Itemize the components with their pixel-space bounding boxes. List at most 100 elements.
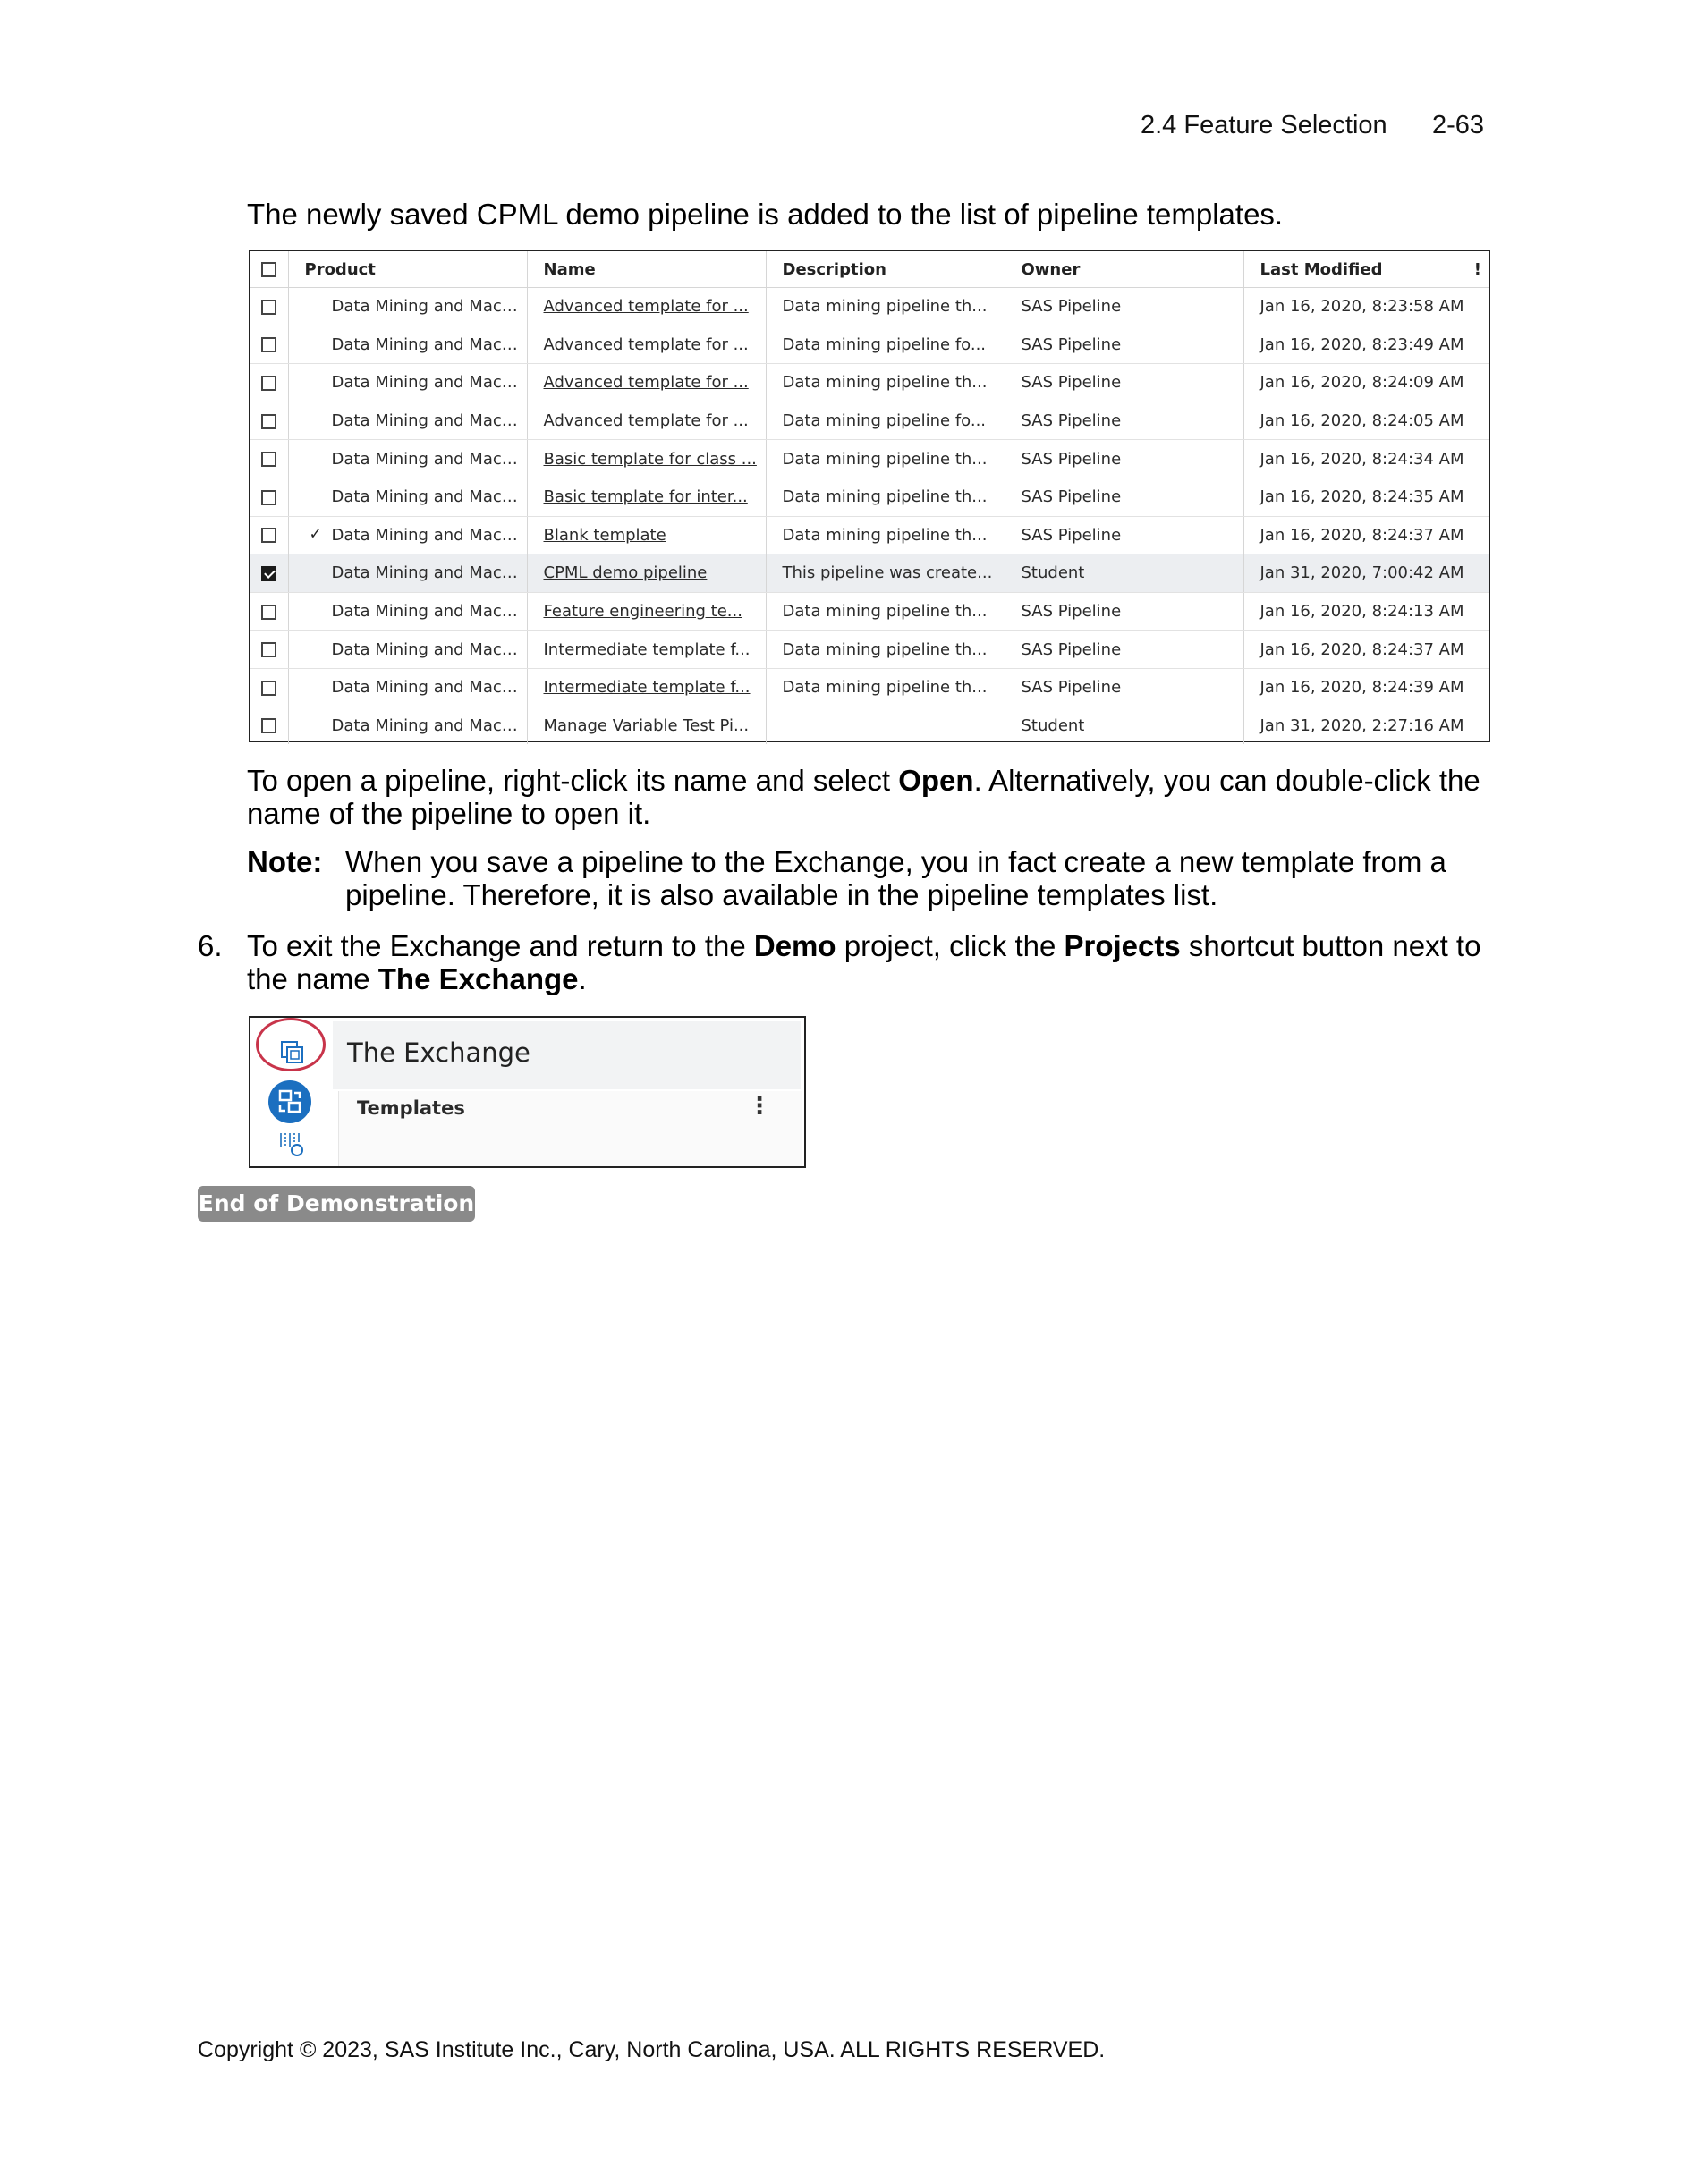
cell-owner: SAS Pipeline <box>1005 363 1244 402</box>
row-checkbox-cell[interactable] <box>250 363 289 402</box>
step-body: To exit the Exchange and return to the D… <box>247 929 1480 995</box>
row-checkbox[interactable] <box>261 718 277 734</box>
cell-description: This pipeline was create... <box>766 554 1005 593</box>
row-checkbox[interactable] <box>261 565 277 581</box>
row-checkbox-cell[interactable] <box>250 554 289 593</box>
row-checkbox-cell[interactable] <box>250 402 289 441</box>
pipeline-name-link[interactable]: Basic template for class ... <box>544 450 757 469</box>
row-checkbox-cell[interactable] <box>250 287 289 326</box>
row-checkbox-cell[interactable] <box>250 326 289 365</box>
column-header-last-modified[interactable]: Last Modified! <box>1243 251 1489 288</box>
row-checkbox[interactable] <box>261 489 277 505</box>
column-header-product[interactable]: Product <box>288 251 528 288</box>
table-row[interactable]: Data Mining and Machi... Feature engineer… <box>250 592 1489 631</box>
table-row[interactable]: ✓ Data Mining and Machi... Blank template D… <box>250 516 1489 555</box>
table-row[interactable]: Data Mining and Machi... Basic template f… <box>250 439 1489 478</box>
cell-product-text: Data Mining and Machi... <box>331 449 527 469</box>
cell-name[interactable]: Basic template for class ... <box>527 439 767 478</box>
cell-name[interactable]: Blank template <box>527 516 767 555</box>
exchange-icon[interactable] <box>268 1080 311 1123</box>
cell-last-modified: Jan 16, 2020, 8:24:09 AM <box>1243 363 1489 402</box>
open-command-bold: Open <box>898 764 974 797</box>
exchange-screenshot: The Exchange Templates ⋮ <box>249 1016 806 1168</box>
cell-description: Data mining pipeline th... <box>766 592 1005 631</box>
column-header-name[interactable]: Name <box>527 251 767 288</box>
pipeline-templates-table: Product Name Description Owner Last Modi… <box>250 251 1489 745</box>
tab-templates[interactable]: Templates <box>357 1097 465 1119</box>
pipeline-name-link[interactable]: Advanced template for ... <box>544 297 749 316</box>
step-text-d: shortcut button next to <box>1180 929 1481 962</box>
cell-name[interactable]: Intermediate template f... <box>527 668 767 707</box>
cell-owner: SAS Pipeline <box>1005 402 1244 441</box>
alert-icon: ! <box>1473 259 1481 279</box>
row-checkbox[interactable] <box>261 528 277 544</box>
step-text-c: project, click the <box>836 929 1065 962</box>
note-line-1: When you save a pipeline to the Exchange… <box>345 845 1446 878</box>
cell-last-modified: Jan 16, 2020, 8:23:58 AM <box>1243 287 1489 326</box>
intro-paragraph: The newly saved CPML demo pipeline is ad… <box>247 198 1284 231</box>
cell-name[interactable]: Advanced template for ... <box>527 287 767 326</box>
cell-name[interactable]: Advanced template for ... <box>527 326 767 365</box>
pipeline-name-link[interactable]: Intermediate template f... <box>544 640 751 659</box>
pipeline-name-link[interactable]: Blank template <box>544 526 666 545</box>
row-checkbox-cell[interactable] <box>250 439 289 478</box>
table-row[interactable]: Data Mining and Machi... Manage Variable … <box>250 707 1489 745</box>
column-header-owner[interactable]: Owner <box>1005 251 1244 288</box>
cell-product-text: Data Mining and Machi... <box>331 373 527 393</box>
row-checkbox[interactable] <box>261 337 277 353</box>
row-checkbox-cell[interactable] <box>250 516 289 555</box>
select-all-checkbox-cell[interactable] <box>250 251 289 288</box>
cell-name[interactable]: Basic template for inter... <box>527 478 767 517</box>
row-checkbox-cell[interactable] <box>250 707 289 745</box>
note-body: When you save a pipeline to the Exchange… <box>345 845 1446 911</box>
cell-product: Data Mining and Machi... <box>288 554 528 593</box>
pipeline-name-link[interactable]: Advanced template for ... <box>544 335 749 354</box>
projects-icon[interactable] <box>279 1039 306 1066</box>
cell-description: Data mining pipeline th... <box>766 287 1005 326</box>
pipeline-name-link[interactable]: Intermediate template f... <box>544 678 751 697</box>
row-checkbox[interactable] <box>261 680 277 696</box>
row-checkbox[interactable] <box>261 452 277 468</box>
table-row[interactable]: Data Mining and Machi... Advanced templat… <box>250 402 1489 441</box>
cell-name[interactable]: CPML demo pipeline <box>527 554 767 593</box>
open-instructions-paragraph: To open a pipeline, right-click its name… <box>247 764 1480 830</box>
manage-variables-icon[interactable] <box>277 1130 304 1157</box>
column-header-description[interactable]: Description <box>766 251 1005 288</box>
cell-product: Data Mining and Machi... <box>288 439 528 478</box>
cell-description: Data mining pipeline th... <box>766 439 1005 478</box>
row-checkbox-cell[interactable] <box>250 592 289 631</box>
row-checkbox-cell[interactable] <box>250 630 289 669</box>
table-row[interactable]: Data Mining and Machi... Basic template f… <box>250 478 1489 517</box>
row-checkbox[interactable] <box>261 413 277 429</box>
table-row[interactable]: Data Mining and Machi... Advanced templat… <box>250 287 1489 326</box>
cell-name[interactable]: Intermediate template f... <box>527 630 767 669</box>
table-row[interactable]: Data Mining and Machi... Advanced templat… <box>250 326 1489 365</box>
step-text-a: To exit the Exchange and return to the <box>247 929 754 962</box>
cell-name[interactable]: Feature engineering te... <box>527 592 767 631</box>
cell-name[interactable]: Advanced template for ... <box>527 363 767 402</box>
step-text-e: the name <box>247 962 378 995</box>
cell-product: Data Mining and Machi... <box>288 363 528 402</box>
table-row[interactable]: Data Mining and Machi... Intermediate tem… <box>250 630 1489 669</box>
more-options-icon[interactable]: ⋮ <box>748 1093 771 1120</box>
row-checkbox-cell[interactable] <box>250 478 289 517</box>
row-checkbox[interactable] <box>261 299 277 315</box>
table-row[interactable]: Data Mining and Machi... CPML demo pipeli… <box>250 554 1489 593</box>
pipeline-name-link[interactable]: Feature engineering te... <box>544 602 742 621</box>
row-checkbox[interactable] <box>261 604 277 620</box>
row-checkbox-cell[interactable] <box>250 668 289 707</box>
cell-name[interactable]: Advanced template for ... <box>527 402 767 441</box>
table-row[interactable]: Data Mining and Machi... Intermediate tem… <box>250 668 1489 707</box>
row-checkbox[interactable] <box>261 375 277 391</box>
pipeline-name-link[interactable]: CPML demo pipeline <box>544 563 708 582</box>
pipeline-name-link[interactable]: Basic template for inter... <box>544 487 748 506</box>
pipeline-name-link[interactable]: Advanced template for ... <box>544 373 749 392</box>
cell-name[interactable]: Manage Variable Test Pi... <box>527 707 767 745</box>
pipeline-name-link[interactable]: Manage Variable Test Pi... <box>544 716 750 735</box>
select-all-checkbox[interactable] <box>261 262 277 277</box>
step-number: 6. <box>198 929 223 962</box>
pipeline-name-link[interactable]: Advanced template for ... <box>544 411 749 430</box>
cell-product-text: Data Mining and Machi... <box>331 411 527 431</box>
row-checkbox[interactable] <box>261 642 277 658</box>
table-row[interactable]: Data Mining and Machi... Advanced templat… <box>250 363 1489 402</box>
